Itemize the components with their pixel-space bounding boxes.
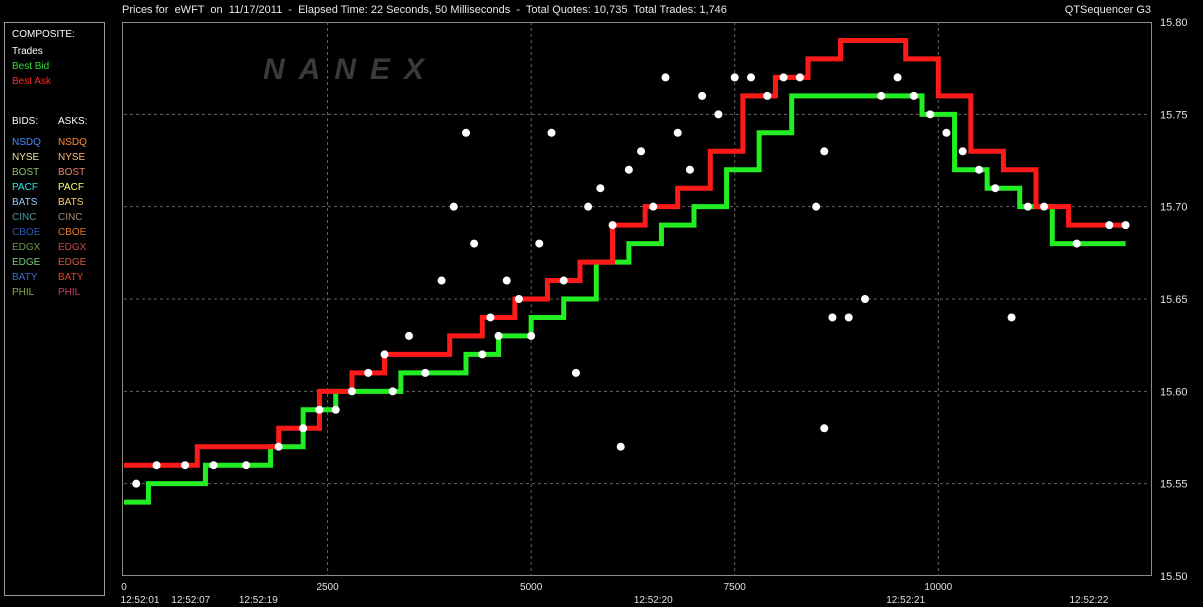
trade-point bbox=[514, 295, 523, 303]
time-tick-label: 12:52:07 bbox=[171, 595, 210, 606]
trade-point bbox=[209, 461, 218, 470]
trade-point bbox=[462, 128, 470, 137]
price-chart: 15.50 15.55 15.60 15.65 15.70 15.75 15.80 0 2500… bbox=[121, 17, 1188, 606]
trade-point bbox=[673, 128, 682, 137]
trade-point bbox=[616, 442, 625, 451]
trade-point bbox=[1105, 221, 1114, 230]
trade-point bbox=[478, 350, 487, 359]
trade-point bbox=[624, 165, 633, 174]
trade-point bbox=[1040, 202, 1049, 211]
time-tick-label: 12:52:19 bbox=[239, 595, 278, 606]
x-tick-label: 10000 bbox=[924, 582, 952, 593]
trade-point bbox=[470, 239, 479, 248]
trade-point bbox=[547, 128, 556, 137]
trade-point bbox=[779, 73, 788, 82]
trade-point bbox=[388, 387, 397, 396]
trade-point bbox=[584, 202, 593, 211]
trade-point bbox=[649, 202, 658, 211]
y-tick-label: 15.60 bbox=[1160, 386, 1188, 398]
trade-point bbox=[958, 147, 967, 156]
trade-point bbox=[795, 73, 804, 82]
trade-point bbox=[437, 276, 446, 285]
trade-point bbox=[152, 461, 161, 470]
trade-point bbox=[661, 73, 670, 82]
trade-point bbox=[364, 368, 373, 377]
trade-point bbox=[820, 147, 829, 156]
trade-point bbox=[527, 331, 536, 340]
y-tick-label: 15.55 bbox=[1160, 479, 1188, 491]
y-tick-label: 15.75 bbox=[1160, 109, 1188, 121]
trade-point bbox=[763, 91, 772, 100]
y-tick-label: 15.50 bbox=[1160, 571, 1188, 583]
trade-point bbox=[1121, 221, 1130, 230]
y-tick-label: 15.80 bbox=[1160, 17, 1188, 29]
time-tick-label: 12:52:01 bbox=[121, 595, 160, 606]
trade-point bbox=[909, 91, 918, 100]
trade-point bbox=[571, 368, 580, 377]
trade-point bbox=[449, 202, 458, 211]
x-tick-label: 7500 bbox=[724, 582, 747, 593]
trade-point bbox=[299, 424, 308, 433]
y-tick-label: 15.65 bbox=[1160, 294, 1188, 306]
best-ask-line bbox=[124, 37, 1126, 468]
x-tick-label: 0 bbox=[121, 582, 127, 593]
trade-point bbox=[1007, 313, 1016, 322]
x-tick-label: 5000 bbox=[520, 582, 543, 593]
trade-point bbox=[1072, 239, 1081, 248]
trade-point bbox=[421, 368, 430, 377]
trade-point bbox=[608, 221, 617, 230]
trade-point bbox=[828, 313, 837, 322]
trade-point bbox=[877, 91, 886, 100]
time-tick-label: 12:52:22 bbox=[1069, 595, 1108, 606]
time-tick-label: 12:52:21 bbox=[886, 595, 925, 606]
trade-point bbox=[942, 128, 951, 137]
trade-point bbox=[315, 405, 324, 414]
trade-point bbox=[730, 73, 739, 82]
trade-point bbox=[596, 184, 605, 193]
trade-point bbox=[861, 295, 869, 303]
trade-point bbox=[812, 202, 821, 211]
trade-point bbox=[132, 479, 141, 488]
trade-point bbox=[893, 73, 902, 82]
trade-point bbox=[637, 147, 646, 156]
trade-point bbox=[844, 313, 853, 322]
trade-point bbox=[486, 313, 495, 322]
trade-point bbox=[1023, 202, 1032, 211]
trade-point bbox=[535, 239, 544, 248]
trade-point bbox=[559, 276, 568, 285]
trade-point bbox=[747, 73, 755, 82]
trade-point bbox=[380, 350, 389, 359]
trade-point bbox=[494, 331, 503, 340]
time-tick-label: 12:52:20 bbox=[634, 595, 673, 606]
trade-point bbox=[348, 387, 356, 396]
trade-point bbox=[714, 110, 723, 119]
trade-point bbox=[274, 442, 283, 451]
trade-point bbox=[926, 110, 935, 119]
trade-point bbox=[242, 461, 251, 470]
trade-point bbox=[975, 165, 983, 174]
trade-point bbox=[405, 331, 413, 340]
trade-point bbox=[331, 405, 340, 414]
y-tick-label: 15.70 bbox=[1160, 202, 1188, 214]
trade-point bbox=[181, 461, 190, 470]
trade-point bbox=[991, 184, 1000, 193]
trade-point bbox=[820, 424, 829, 433]
trade-point bbox=[698, 91, 707, 100]
trade-point bbox=[685, 165, 694, 174]
trade-point bbox=[502, 276, 511, 285]
x-tick-label: 2500 bbox=[316, 582, 339, 593]
